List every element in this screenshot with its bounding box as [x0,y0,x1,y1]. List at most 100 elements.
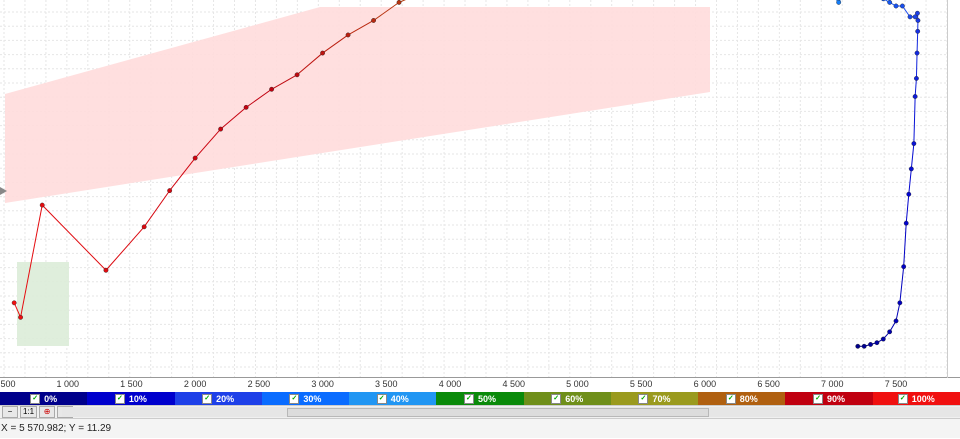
data-point[interactable] [371,18,375,22]
legend-item[interactable]: ✓ 50% [436,392,523,405]
horizontal-scrollbar[interactable] [62,407,960,417]
data-point[interactable] [856,344,860,348]
data-point[interactable] [916,18,920,22]
data-point[interactable] [244,105,248,109]
data-point[interactable] [894,319,898,323]
crosshair-icon[interactable]: ⊕ [39,406,55,418]
x-tick-label: 3 500 [375,379,398,389]
data-point[interactable] [900,4,904,8]
data-point[interactable] [862,344,866,348]
data-point[interactable] [104,268,108,272]
checkbox-icon[interactable]: ✓ [726,394,736,404]
data-point[interactable] [18,315,22,319]
data-point[interactable] [836,0,840,4]
data-point[interactable] [912,141,916,145]
x-tick-label: 6 500 [757,379,780,389]
checkbox-icon[interactable]: ✓ [464,394,474,404]
trajectory-segment [106,227,144,270]
legend-item[interactable]: ✓ 10% [87,392,174,405]
checkbox-icon[interactable]: ✓ [289,394,299,404]
legend-item[interactable]: ✓20% [175,392,262,405]
legend-label: 100% [912,394,935,404]
x-tick-label: 6 000 [694,379,717,389]
legend-item[interactable]: ✓ 80% [698,392,785,405]
x-tick-label: 2 500 [248,379,271,389]
checkbox-icon[interactable]: ✓ [813,394,823,404]
data-point[interactable] [901,264,905,268]
scrollbar-thumb[interactable] [287,408,709,417]
legend-item[interactable]: ✓ 70% [611,392,698,405]
data-point[interactable] [909,167,913,171]
checkbox-icon[interactable]: ✓ [377,394,387,404]
data-point[interactable] [887,330,891,334]
checkbox-icon[interactable]: ✓ [898,394,908,404]
trajectory-segment [42,205,106,270]
data-point[interactable] [269,87,273,91]
data-point[interactable] [914,76,918,80]
legend-label: 70% [652,394,670,404]
data-point[interactable] [346,33,350,37]
red-tolerance-band [5,7,710,203]
data-point[interactable] [904,221,908,225]
trajectory-segment [896,303,900,321]
data-point[interactable] [875,340,879,344]
data-point[interactable] [40,203,44,207]
x-tick-label: 4 500 [502,379,525,389]
data-point[interactable] [898,301,902,305]
data-point[interactable] [868,342,872,346]
data-point[interactable] [142,225,146,229]
trajectory-segment [915,78,916,96]
data-point[interactable] [193,156,197,160]
color-scale-legend: ✓0%✓10%✓20%✓30%✓40%✓50%✓60%✓70%✓80%✓90%✓… [0,392,960,405]
checkbox-icon[interactable]: ✓ [551,394,561,404]
zoom-reset-button[interactable]: 1:1 [20,406,37,418]
data-point[interactable] [881,0,885,1]
x-tick-label: 1 000 [56,379,79,389]
legend-item[interactable]: ✓ 0% [0,392,87,405]
data-point[interactable] [295,73,299,77]
data-point[interactable] [915,29,919,33]
collapse-button[interactable]: − [2,406,18,418]
legend-label: 30% [303,394,321,404]
trajectory-segment [909,169,912,194]
x-tick-label: 5 500 [630,379,653,389]
x-tick-label: 1 500 [120,379,143,389]
data-point[interactable] [397,0,401,4]
legend-item[interactable]: ✓ 30% [262,392,349,405]
checkbox-icon[interactable]: ✓ [638,394,648,404]
data-point[interactable] [881,337,885,341]
legend-label: 0% [44,394,57,404]
data-point[interactable] [320,51,324,55]
x-tick-label: 7 500 [885,379,908,389]
data-point[interactable] [887,0,891,4]
legend-label: 10% [129,394,147,404]
data-point[interactable] [913,94,917,98]
data-point[interactable] [907,192,911,196]
legend-label: 80% [740,394,758,404]
trajectory-segment [399,0,424,2]
legend-label: 50% [478,394,496,404]
data-point[interactable] [167,188,171,192]
legend-item[interactable]: ✓40% [349,392,436,405]
legend-item[interactable]: ✓90% [785,392,872,405]
chart-svg[interactable] [0,0,960,378]
trajectory-segment [906,194,909,223]
checkbox-icon[interactable]: ✓ [30,394,40,404]
legend-item[interactable]: ✓60% [524,392,611,405]
data-point[interactable] [218,127,222,131]
data-point[interactable] [915,51,919,55]
data-point[interactable] [908,15,912,19]
data-point[interactable] [12,301,16,305]
checkbox-icon[interactable]: ✓ [202,394,212,404]
checkbox-icon[interactable]: ✓ [115,394,125,404]
x-tick-label: 3 000 [311,379,334,389]
x-tick-label: 500 [0,379,15,389]
green-start-zone [17,262,69,346]
data-point[interactable] [913,15,917,19]
legend-item[interactable]: ✓ 100% [873,392,960,405]
trajectory-segment [911,144,914,169]
x-axis: 5001 0001 5002 0002 5003 0003 5004 0004 … [0,378,960,392]
data-point[interactable] [894,4,898,8]
chart-plot-area[interactable] [0,0,960,378]
trajectory-segment [900,267,904,303]
